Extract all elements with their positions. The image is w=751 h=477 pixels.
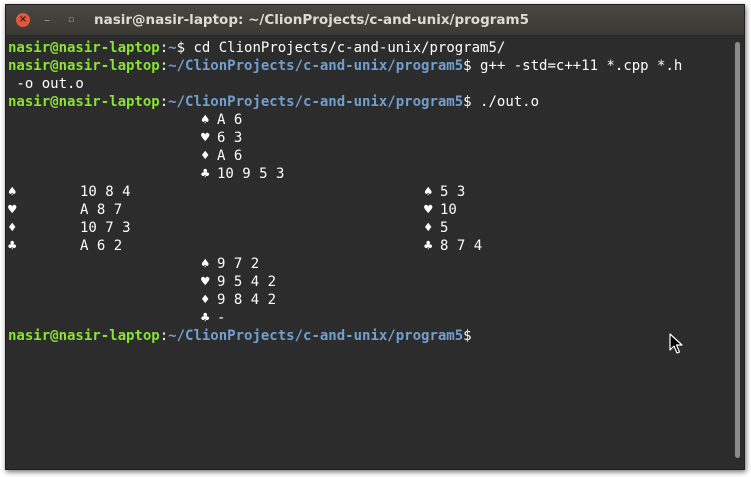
title-bar[interactable]: × – ▫ nasir@nasir-laptop: ~/ClionProject… <box>6 5 744 36</box>
terminal-line: nasir@nasir-laptop:~/ClionProjects/c-and… <box>8 327 732 345</box>
command-text: ./out.o <box>471 94 540 110</box>
prompt-colon: : <box>159 40 169 56</box>
east-spades-cards: 5 3 <box>440 184 466 200</box>
scrollbar[interactable] <box>732 36 744 469</box>
club-icon: ♣ <box>424 238 433 254</box>
diamond-icon: ♦ <box>424 220 433 236</box>
mouse-pointer-icon <box>669 333 683 354</box>
north-spades-cards: A 6 <box>217 112 243 128</box>
terminal-line: nasir@nasir-laptop:~/ClionProjects/c-and… <box>8 93 732 111</box>
south-clubs-cards: - <box>217 310 226 326</box>
prompt-dollar: $ <box>463 328 472 344</box>
north-clubs-row: ♣ 10 9 5 3 <box>8 165 732 183</box>
terminal-window: × – ▫ nasir@nasir-laptop: ~/ClionProject… <box>5 4 745 470</box>
maximize-icon[interactable]: ▫ <box>64 13 78 27</box>
terminal-line: nasir@nasir-laptop:~/ClionProjects/c-and… <box>8 57 732 75</box>
west-east-hearts-row: ♥ A 8 7 ♥ 10 <box>8 201 732 219</box>
prompt-path: ~/ClionProjects/c-and-unix/program5 <box>168 58 464 74</box>
heart-icon: ♥ <box>8 202 17 218</box>
heart-icon: ♥ <box>201 274 210 290</box>
north-diamonds-row: ♦ A 6 <box>8 147 732 165</box>
spade-icon: ♠ <box>201 256 210 272</box>
command-text: g++ -std=c++11 *.cpp *.h <box>471 58 683 74</box>
east-hearts-cards: 10 <box>440 202 457 218</box>
prompt-colon: : <box>159 58 169 74</box>
west-clubs-cards: A 6 2 <box>80 238 123 254</box>
terminal-line: nasir@nasir-laptop:~$ cd ClionProjects/c… <box>8 39 732 57</box>
north-diamonds-cards: A 6 <box>217 148 243 164</box>
south-clubs-row: ♣ - <box>8 309 732 327</box>
spade-icon: ♠ <box>424 184 433 200</box>
north-hearts-cards: 6 3 <box>217 130 243 146</box>
south-hearts-cards: 9 5 4 2 <box>217 274 277 290</box>
club-icon: ♣ <box>201 166 210 182</box>
prompt-dollar: $ <box>463 94 472 110</box>
south-spades-cards: 9 7 2 <box>217 256 260 272</box>
spade-icon: ♠ <box>201 112 210 128</box>
command-text: -o out.o <box>8 76 84 92</box>
east-clubs-cards: 8 7 4 <box>440 238 483 254</box>
south-hearts-row: ♥ 9 5 4 2 <box>8 273 732 291</box>
prompt-path: ~/ClionProjects/c-and-unix/program5 <box>168 94 464 110</box>
west-east-spades-row: ♠ 10 8 4 ♠ 5 3 <box>8 183 732 201</box>
north-hearts-row: ♥ 6 3 <box>8 129 732 147</box>
north-spades-row: ♠ A 6 <box>8 111 732 129</box>
south-spades-row: ♠ 9 7 2 <box>8 255 732 273</box>
prompt-path: ~ <box>168 40 177 56</box>
heart-icon: ♥ <box>424 202 433 218</box>
terminal-line: -o out.o <box>8 75 732 93</box>
prompt-user: nasir@nasir-laptop <box>8 58 160 74</box>
prompt-path: ~/ClionProjects/c-and-unix/program5 <box>168 328 464 344</box>
minimize-icon[interactable]: – <box>40 13 54 27</box>
prompt-user: nasir@nasir-laptop <box>8 94 160 110</box>
south-diamonds-row: ♦ 9 8 4 2 <box>8 291 732 309</box>
prompt-dollar: $ <box>176 40 186 56</box>
west-hearts-cards: A 8 7 <box>80 202 123 218</box>
close-icon[interactable]: × <box>16 13 30 27</box>
west-east-diamonds-row: ♦ 10 7 3 ♦ 5 <box>8 219 732 237</box>
prompt-user: nasir@nasir-laptop <box>8 328 160 344</box>
west-east-clubs-row: ♣ A 6 2 ♣ 8 7 4 <box>8 237 732 255</box>
club-icon: ♣ <box>8 238 17 254</box>
diamond-icon: ♦ <box>201 148 210 164</box>
prompt-colon: : <box>159 94 169 110</box>
heart-icon: ♥ <box>201 130 210 146</box>
spade-icon: ♠ <box>8 184 17 200</box>
diamond-icon: ♦ <box>8 220 17 236</box>
east-diamonds-cards: 5 <box>440 220 449 236</box>
prompt-colon: : <box>159 328 169 344</box>
command-text: cd ClionProjects/c-and-unix/program5/ <box>185 40 506 56</box>
diamond-icon: ♦ <box>201 292 210 308</box>
terminal-output[interactable]: nasir@nasir-laptop:~$ cd ClionProjects/c… <box>6 36 732 469</box>
club-icon: ♣ <box>201 310 210 326</box>
prompt-user: nasir@nasir-laptop <box>8 40 160 56</box>
window-title: nasir@nasir-laptop: ~/ClionProjects/c-an… <box>94 12 529 28</box>
scrollbar-thumb[interactable] <box>735 42 740 458</box>
north-clubs-cards: 10 9 5 3 <box>217 166 285 182</box>
west-spades-cards: 10 8 4 <box>80 184 131 200</box>
west-diamonds-cards: 10 7 3 <box>80 220 131 236</box>
south-diamonds-cards: 9 8 4 2 <box>217 292 277 308</box>
prompt-dollar: $ <box>463 58 472 74</box>
